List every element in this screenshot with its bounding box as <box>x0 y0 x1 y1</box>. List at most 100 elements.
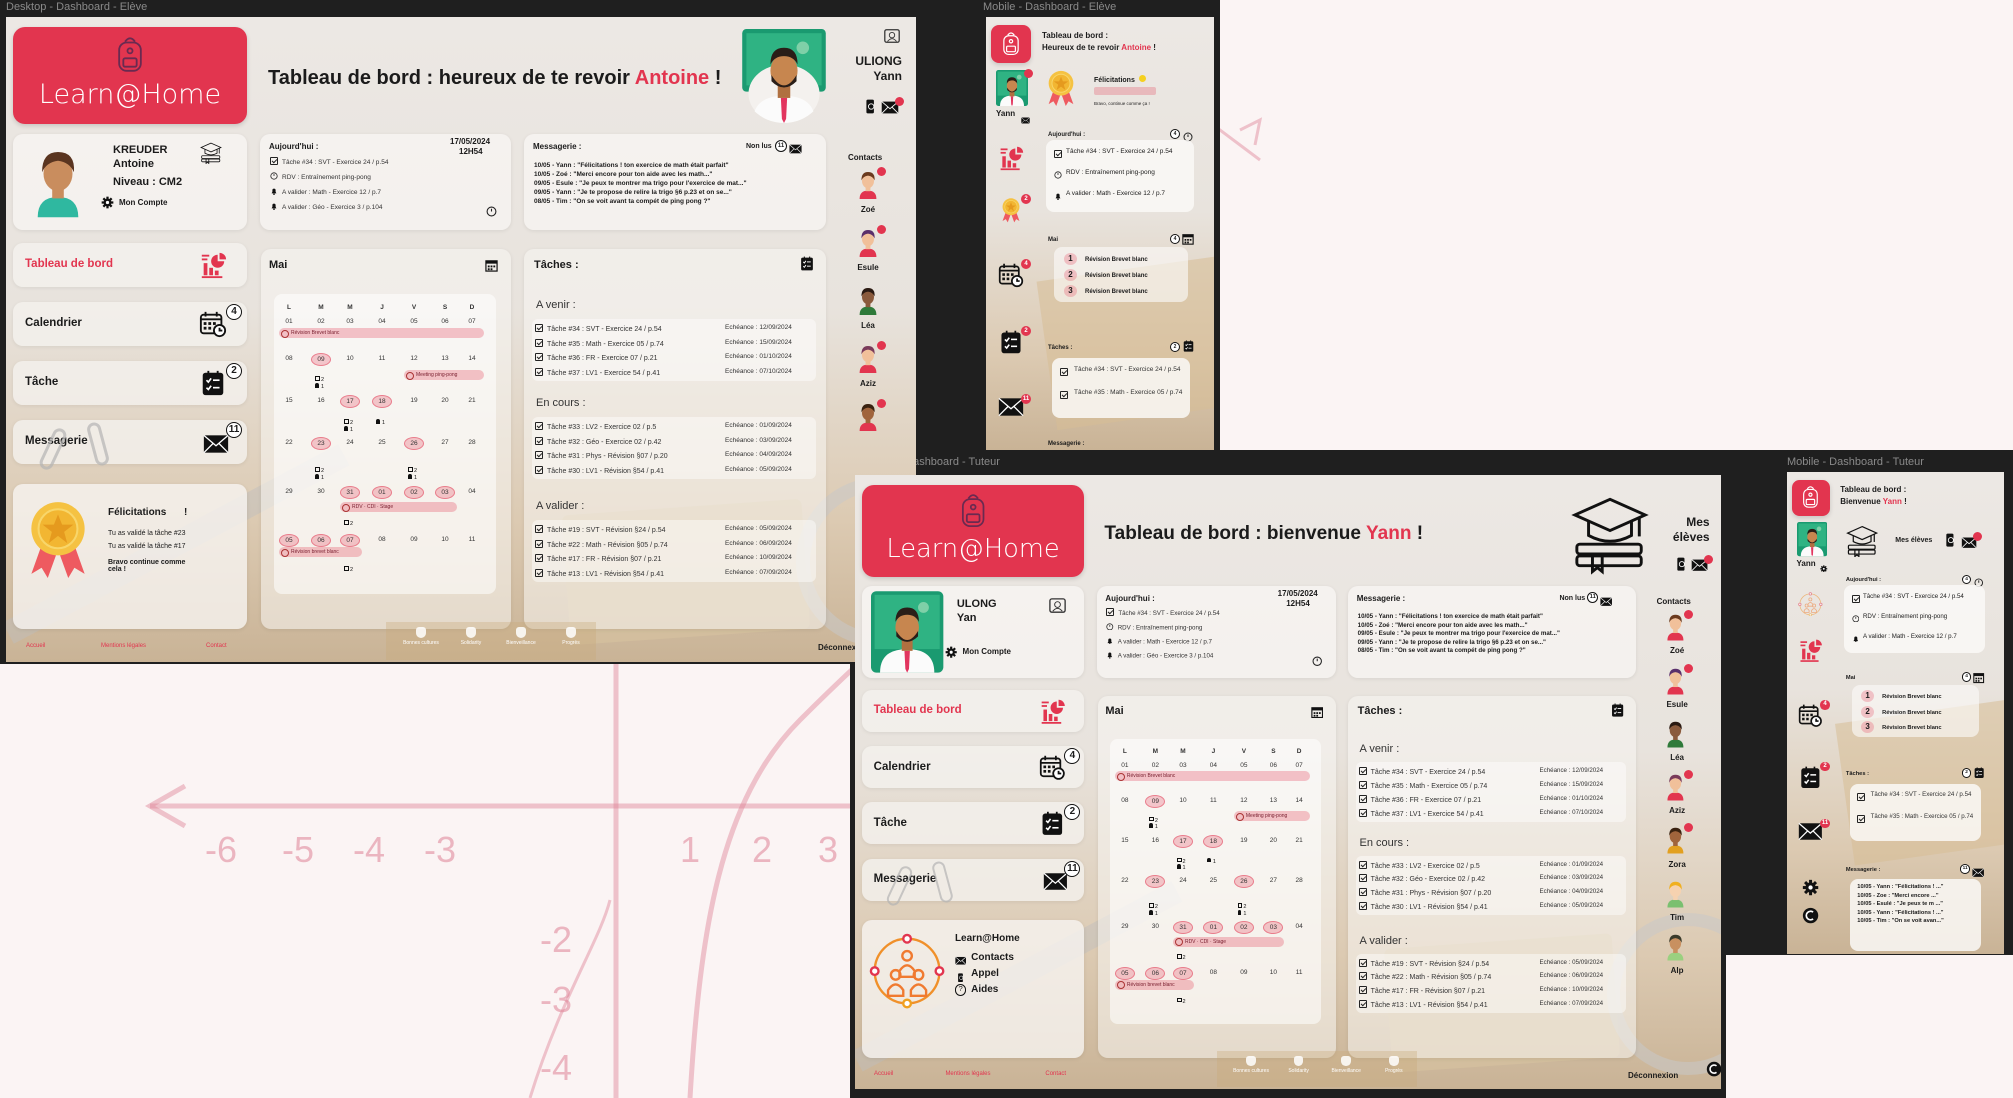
calendar-event[interactable]: Révision Brevet blanc <box>279 328 484 338</box>
calendar-day[interactable]: 15 <box>279 395 299 407</box>
brand-logo[interactable]: Learn@Home <box>861 484 1085 577</box>
message-preview[interactable]: 09/05 - Yann : "Je te propose de relire … <box>534 189 732 196</box>
my-students-label[interactable]: Mes élèves <box>1895 537 1932 544</box>
calendar-day[interactable]: 04 <box>1203 760 1223 772</box>
task-item[interactable]: Tâche #37 : LV1 - Exercice 54 / p.41 <box>535 367 660 377</box>
calendar-day[interactable]: 02 <box>1233 921 1254 935</box>
message-preview[interactable]: 10/05 - Tim : "On se voit avan..." <box>1857 918 1944 924</box>
calendar-day[interactable]: 20 <box>435 395 455 407</box>
calendar-day[interactable]: 28 <box>1289 875 1309 887</box>
calendar-day[interactable]: 17 <box>1172 834 1193 848</box>
calendar-day[interactable]: 19 <box>1234 835 1254 847</box>
task-item[interactable]: Tâche #30 : LV1 - Révision §54 / p.41 <box>1358 901 1488 911</box>
calendar-day[interactable]: 03 <box>340 316 360 328</box>
tasks-view-icon[interactable] <box>1610 702 1625 718</box>
message-preview[interactable]: 08/05 - Tim : "On se voit avant ta compé… <box>1358 647 1526 654</box>
calendar-event[interactable]: Révision brevet blanc <box>1114 979 1194 990</box>
calendar-event[interactable]: Révision Brevet blanc <box>1114 771 1311 782</box>
calendar-day[interactable]: 14 <box>462 353 482 365</box>
nav-gear-icon[interactable] <box>1802 879 1819 896</box>
nav-mail-icon[interactable] <box>998 397 1024 417</box>
footer-link[interactable]: Contact <box>206 643 227 649</box>
task-item[interactable]: Tâche #34 : SVT - Exercice 24 / p.54 <box>1060 366 1185 376</box>
calendar-day[interactable]: 29 <box>1115 921 1135 933</box>
calendar-day[interactable]: 09 <box>1145 794 1166 808</box>
message-preview[interactable]: 10/05 - Yann : "Félicitations ! ..." <box>1857 884 1943 890</box>
brand-logo-icon[interactable] <box>1791 479 1830 516</box>
calendar-day[interactable]: 11 <box>462 534 482 546</box>
calendar-day[interactable]: 11 <box>1289 967 1309 979</box>
refresh-icon[interactable] <box>1183 129 1193 142</box>
task-item[interactable]: Tâche #22 : Math - Révision §05 / p.74 <box>1358 972 1491 981</box>
calendar-day[interactable]: 24 <box>340 437 360 449</box>
task-item[interactable]: Tâche #36 : FR - Exercice 07 / p.21 <box>1358 794 1481 804</box>
task-item[interactable]: Tâche #35 : Math - Exercice 05 / p.74 <box>1857 813 1976 824</box>
contact-avatar[interactable] <box>1664 717 1687 749</box>
calendar-day[interactable]: 05 <box>404 316 424 328</box>
task-item[interactable]: Tâche #13 : LV1 - Révision §54 / p.41 <box>1358 1000 1488 1009</box>
task-item[interactable]: Tâche #19 : SVT - Révision §24 / p.54 <box>535 525 666 534</box>
calendar-day[interactable]: 13 <box>1263 795 1283 807</box>
students-gradcap-icon[interactable] <box>1846 525 1879 558</box>
task-item[interactable]: Tâche #30 : LV1 - Révision §54 / p.41 <box>535 465 664 475</box>
task-item[interactable]: Tâche #17 : FR - Révision §07 / p.21 <box>535 554 661 563</box>
nav-logout-icon[interactable] <box>1802 907 1819 924</box>
task-item[interactable]: Tâche #13 : LV1 - Révision §54 / p.41 <box>535 568 664 578</box>
month-event[interactable]: 2 Révision Brevet blanc <box>1064 269 1148 281</box>
footer-link[interactable]: Accueil <box>874 1071 893 1077</box>
calendar-day[interactable]: 04 <box>462 486 482 498</box>
calendar-day[interactable]: 09 <box>311 353 331 366</box>
calendar-view-icon[interactable] <box>485 259 498 272</box>
nav-tasks-icon[interactable] <box>998 329 1024 355</box>
today-item[interactable]: RDV : Entraînement ping-pong <box>270 172 371 181</box>
task-item[interactable]: Tâche #34 : SVT - Exercice 24 / p.54 <box>1857 791 1976 802</box>
calendar-day[interactable]: 10 <box>435 534 455 546</box>
refresh-icon[interactable] <box>1974 575 1984 588</box>
message-preview[interactable]: 10/05 - Zoe : "Merci encore ..." <box>1857 893 1938 899</box>
unread-mail-icon[interactable] <box>789 141 802 154</box>
footer-link[interactable]: Accueil <box>26 643 45 649</box>
footer-value-item[interactable]: Progrès <box>1374 1055 1414 1074</box>
calendar-day[interactable]: 30 <box>311 486 331 498</box>
calendar-day[interactable]: 06 <box>435 316 455 328</box>
refresh-clock-icon[interactable] <box>1312 653 1322 666</box>
nav-item-calendar[interactable]: Calendrier 4 <box>861 746 1085 789</box>
task-item[interactable]: Tâche #33 : LV2 - Exercice 02 / p.5 <box>535 422 656 431</box>
calendar-day[interactable]: 02 <box>1145 760 1165 772</box>
nav-item-calendar[interactable]: Calendrier 4 <box>13 302 247 346</box>
footer-value-item[interactable]: Bonnes cultures <box>1231 1055 1271 1074</box>
calendar-day[interactable]: 31 <box>1172 921 1193 935</box>
nav-item-tasks[interactable]: Tâche 2 <box>861 802 1085 845</box>
calendar-event[interactable]: RDV · CDI · Stage <box>1172 936 1285 947</box>
calendar-day[interactable]: 15 <box>1115 835 1135 847</box>
footer-value-item[interactable]: Bienveillance <box>501 627 541 646</box>
today-item[interactable]: RDV : Entraînement ping-pong <box>1054 169 1189 179</box>
calendar-day[interactable]: 09 <box>404 534 424 546</box>
calendar-day[interactable]: 07 <box>1289 760 1309 772</box>
calendar-day[interactable]: 01 <box>1115 760 1135 772</box>
calendar-day[interactable]: 18 <box>372 395 392 408</box>
calendar-day[interactable]: 21 <box>1289 835 1309 847</box>
brand-logo-icon[interactable] <box>991 25 1031 63</box>
task-item[interactable]: Tâche #34 : SVT - Exercice 24 / p.54 <box>1358 767 1485 776</box>
calendar-day[interactable]: 01 <box>279 316 299 328</box>
tasks-view-icon[interactable] <box>1182 339 1195 353</box>
calendar-day[interactable]: 27 <box>1263 875 1283 887</box>
calendar-day[interactable]: 04 <box>1289 921 1309 933</box>
refresh-clock-icon[interactable] <box>486 204 497 217</box>
calendar-day[interactable]: 13 <box>435 353 455 365</box>
call-icon[interactable] <box>865 99 876 114</box>
task-item[interactable]: Tâche #19 : SVT - Révision §24 / p.54 <box>1358 958 1489 968</box>
today-item[interactable]: A valider : Math - Exercice 12 / p.7 <box>270 187 381 196</box>
today-item[interactable]: A valider : Géo - Exercice 3 / p.104 <box>1106 651 1213 660</box>
calendar-day[interactable]: 16 <box>311 395 331 407</box>
contact-avatar[interactable] <box>1664 877 1687 909</box>
tasks-view-icon[interactable] <box>1973 766 1985 779</box>
task-item[interactable]: Tâche #32 : Géo - Exercice 02 / p.42 <box>535 436 661 446</box>
message-preview[interactable]: 09/05 - Yann : "Je te propose de relire … <box>1358 639 1546 646</box>
nav-item-dashboard[interactable]: Tableau de bord <box>13 243 247 287</box>
calendar-day[interactable]: 11 <box>1203 795 1223 807</box>
calendar-day[interactable]: 08 <box>1203 967 1223 979</box>
calendar-day[interactable]: 09 <box>1234 967 1254 979</box>
task-item[interactable]: Tâche #32 : Géo - Exercice 02 / p.42 <box>1358 874 1485 883</box>
